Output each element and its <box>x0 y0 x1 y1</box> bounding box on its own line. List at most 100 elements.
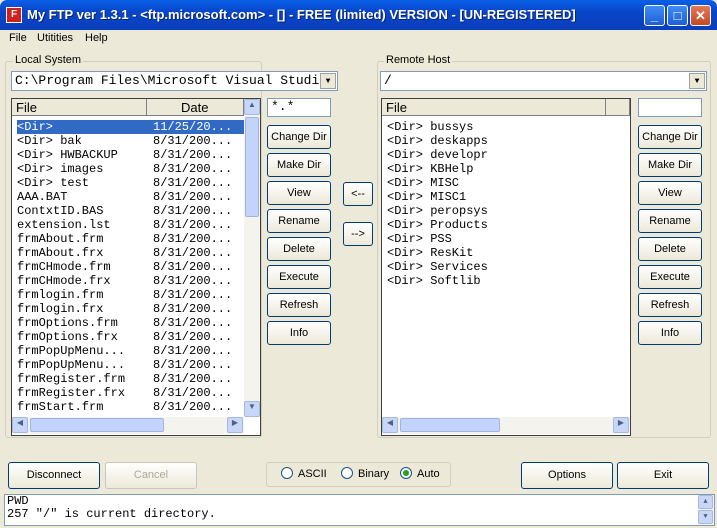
local-file-row[interactable]: frmlogin.frm 8/31/200... <box>17 288 244 302</box>
mode-auto-radio[interactable]: Auto <box>400 467 440 480</box>
local-file-row[interactable]: <Dir> HWBACKUP 8/31/200... <box>17 148 244 162</box>
remote-file-row[interactable]: <Dir> developr <box>387 148 627 162</box>
menu-utilities[interactable]: Utitities <box>37 32 73 44</box>
remote-file-row[interactable]: <Dir> Products <box>387 218 627 232</box>
menu-help[interactable]: Help <box>85 32 108 44</box>
remote-file-row[interactable]: <Dir> PSS <box>387 232 627 246</box>
exit-button[interactable]: Exit <box>617 462 709 489</box>
column-date[interactable]: Date <box>147 99 244 116</box>
local-file-row[interactable]: ContxtID.BAS 8/31/200... <box>17 204 244 218</box>
local-vertical-scrollbar[interactable]: ▲ ▼ <box>244 99 260 417</box>
local-file-row[interactable]: frmOptions.frx 8/31/200... <box>17 330 244 344</box>
radio-icon[interactable] <box>341 467 353 480</box>
local-file-row[interactable]: extension.lst 8/31/200... <box>17 218 244 232</box>
maximize-icon[interactable]: □ <box>667 5 688 26</box>
remote-change-dir-button[interactable]: Change Dir <box>638 125 702 149</box>
local-execute-button[interactable]: Execute <box>267 265 331 289</box>
disconnect-button[interactable]: Disconnect <box>8 462 100 489</box>
scroll-down-icon[interactable]: ▼ <box>698 510 713 524</box>
minimize-icon[interactable]: _ <box>644 5 665 26</box>
remote-file-row[interactable]: <Dir> MISC <box>387 176 627 190</box>
file-date: 8/31/200... <box>153 190 233 204</box>
remote-execute-button[interactable]: Execute <box>638 265 702 289</box>
scroll-thumb[interactable] <box>245 117 259 217</box>
remote-view-button[interactable]: View <box>638 181 702 205</box>
scroll-left-icon[interactable]: ◀ <box>12 417 28 433</box>
remote-file-row[interactable]: <Dir> MISC1 <box>387 190 627 204</box>
local-file-row[interactable]: frmStart.frm 8/31/200... <box>17 400 244 414</box>
chevron-down-icon[interactable]: ▼ <box>320 73 336 89</box>
local-path-combo[interactable]: C:\Program Files\Microsoft Visual Studio… <box>11 71 338 91</box>
local-file-row[interactable]: frmRegister.frm 8/31/200... <box>17 372 244 386</box>
local-file-row[interactable]: <Dir> bak 8/31/200... <box>17 134 244 148</box>
local-file-row[interactable]: <Dir> 11/25/20... <box>17 120 244 134</box>
scroll-up-icon[interactable]: ▲ <box>244 99 260 115</box>
remote-delete-button[interactable]: Delete <box>638 237 702 261</box>
remote-file-row[interactable]: <Dir> Softlib <box>387 274 627 288</box>
remote-file-row[interactable]: <Dir> KBHelp <box>387 162 627 176</box>
local-horizontal-scrollbar[interactable]: ◀ ▶ <box>12 417 244 434</box>
scroll-down-icon[interactable]: ▼ <box>244 401 260 417</box>
remote-file-list[interactable]: File <Dir> bussys <Dir> deskapps <Dir> dev… <box>381 98 631 436</box>
local-file-row[interactable]: frmCHmode.frm 8/31/200... <box>17 260 244 274</box>
local-file-row[interactable]: frmOptions.frm 8/31/200... <box>17 316 244 330</box>
remote-rename-button[interactable]: Rename <box>638 209 702 233</box>
remote-make-dir-button[interactable]: Make Dir <box>638 153 702 177</box>
chevron-down-icon[interactable]: ▼ <box>689 73 705 89</box>
local-change-dir-button[interactable]: Change Dir <box>267 125 331 149</box>
scroll-thumb[interactable] <box>400 418 500 432</box>
remote-refresh-button[interactable]: Refresh <box>638 293 702 317</box>
local-make-dir-button[interactable]: Make Dir <box>267 153 331 177</box>
download-button[interactable]: <-- <box>343 182 373 206</box>
options-button[interactable]: Options <box>521 462 613 489</box>
scroll-up-icon[interactable]: ▲ <box>698 495 713 509</box>
column-extra[interactable] <box>606 99 630 116</box>
local-delete-button[interactable]: Delete <box>267 237 331 261</box>
remote-info-button[interactable]: Info <box>638 321 702 345</box>
remote-file-row[interactable]: <Dir> Services <box>387 260 627 274</box>
local-file-row[interactable]: <Dir> test 8/31/200... <box>17 176 244 190</box>
local-file-row[interactable]: frmAbout.frx 8/31/200... <box>17 246 244 260</box>
scroll-thumb[interactable] <box>30 418 164 432</box>
local-info-button[interactable]: Info <box>267 321 331 345</box>
local-file-row[interactable]: frmCHmode.frx 8/31/200... <box>17 274 244 288</box>
local-file-row[interactable]: AAA.BAT 8/31/200... <box>17 190 244 204</box>
log-scrollbar[interactable]: ▲ ▼ <box>698 495 714 525</box>
file-name: frmCHmode.frx <box>17 274 111 288</box>
log-line: 257 "/" is current directory. <box>7 507 216 521</box>
radio-icon[interactable] <box>400 467 412 480</box>
scroll-left-icon[interactable]: ◀ <box>382 417 398 433</box>
mode-binary-radio[interactable]: Binary <box>341 467 389 480</box>
menu-file[interactable]: File <box>9 32 27 44</box>
local-view-button[interactable]: View <box>267 181 331 205</box>
local-file-row[interactable]: <Dir> images 8/31/200... <box>17 162 244 176</box>
radio-icon[interactable] <box>281 467 293 480</box>
local-rename-button[interactable]: Rename <box>267 209 331 233</box>
remote-path-combo[interactable]: / ▼ <box>380 71 707 91</box>
scroll-right-icon[interactable]: ▶ <box>227 417 243 433</box>
local-file-row[interactable]: frmPopUpMenu... 8/31/200... <box>17 358 244 372</box>
local-file-list[interactable]: File Date <Dir> 11/25/20... <Dir> bak 8/31/… <box>11 98 261 436</box>
remote-horizontal-scrollbar[interactable]: ◀ ▶ <box>382 417 630 434</box>
remote-filter-input[interactable] <box>638 98 702 117</box>
log-output[interactable]: PWD 257 "/" is current directory. ▲ ▼ <box>4 494 715 526</box>
remote-file-row[interactable]: <Dir> bussys <box>387 120 627 134</box>
mode-ascii-radio[interactable]: ASCII <box>281 467 327 480</box>
local-file-row[interactable]: frmPopUpMenu... 8/31/200... <box>17 344 244 358</box>
local-file-row[interactable]: frmlogin.frx 8/31/200... <box>17 302 244 316</box>
column-file[interactable]: File <box>12 99 147 116</box>
remote-host-label: Remote Host <box>384 54 453 66</box>
local-file-row[interactable]: frmAbout.frm 8/31/200... <box>17 232 244 246</box>
close-icon[interactable]: ✕ <box>690 5 711 26</box>
upload-button[interactable]: --> <box>343 222 373 246</box>
remote-file-row[interactable]: <Dir> deskapps <box>387 134 627 148</box>
app-icon[interactable]: F <box>6 7 22 23</box>
local-file-row[interactable]: frmRegister.frx 8/31/200... <box>17 386 244 400</box>
local-refresh-button[interactable]: Refresh <box>267 293 331 317</box>
column-file[interactable]: File <box>382 99 606 116</box>
scroll-right-icon[interactable]: ▶ <box>613 417 629 433</box>
remote-file-row[interactable]: <Dir> peropsys <box>387 204 627 218</box>
window-title: My FTP ver 1.3.1 - <ftp.microsoft.com> -… <box>27 7 576 22</box>
remote-file-row[interactable]: <Dir> ResKit <box>387 246 627 260</box>
local-filter-input[interactable]: *.* <box>267 98 331 117</box>
